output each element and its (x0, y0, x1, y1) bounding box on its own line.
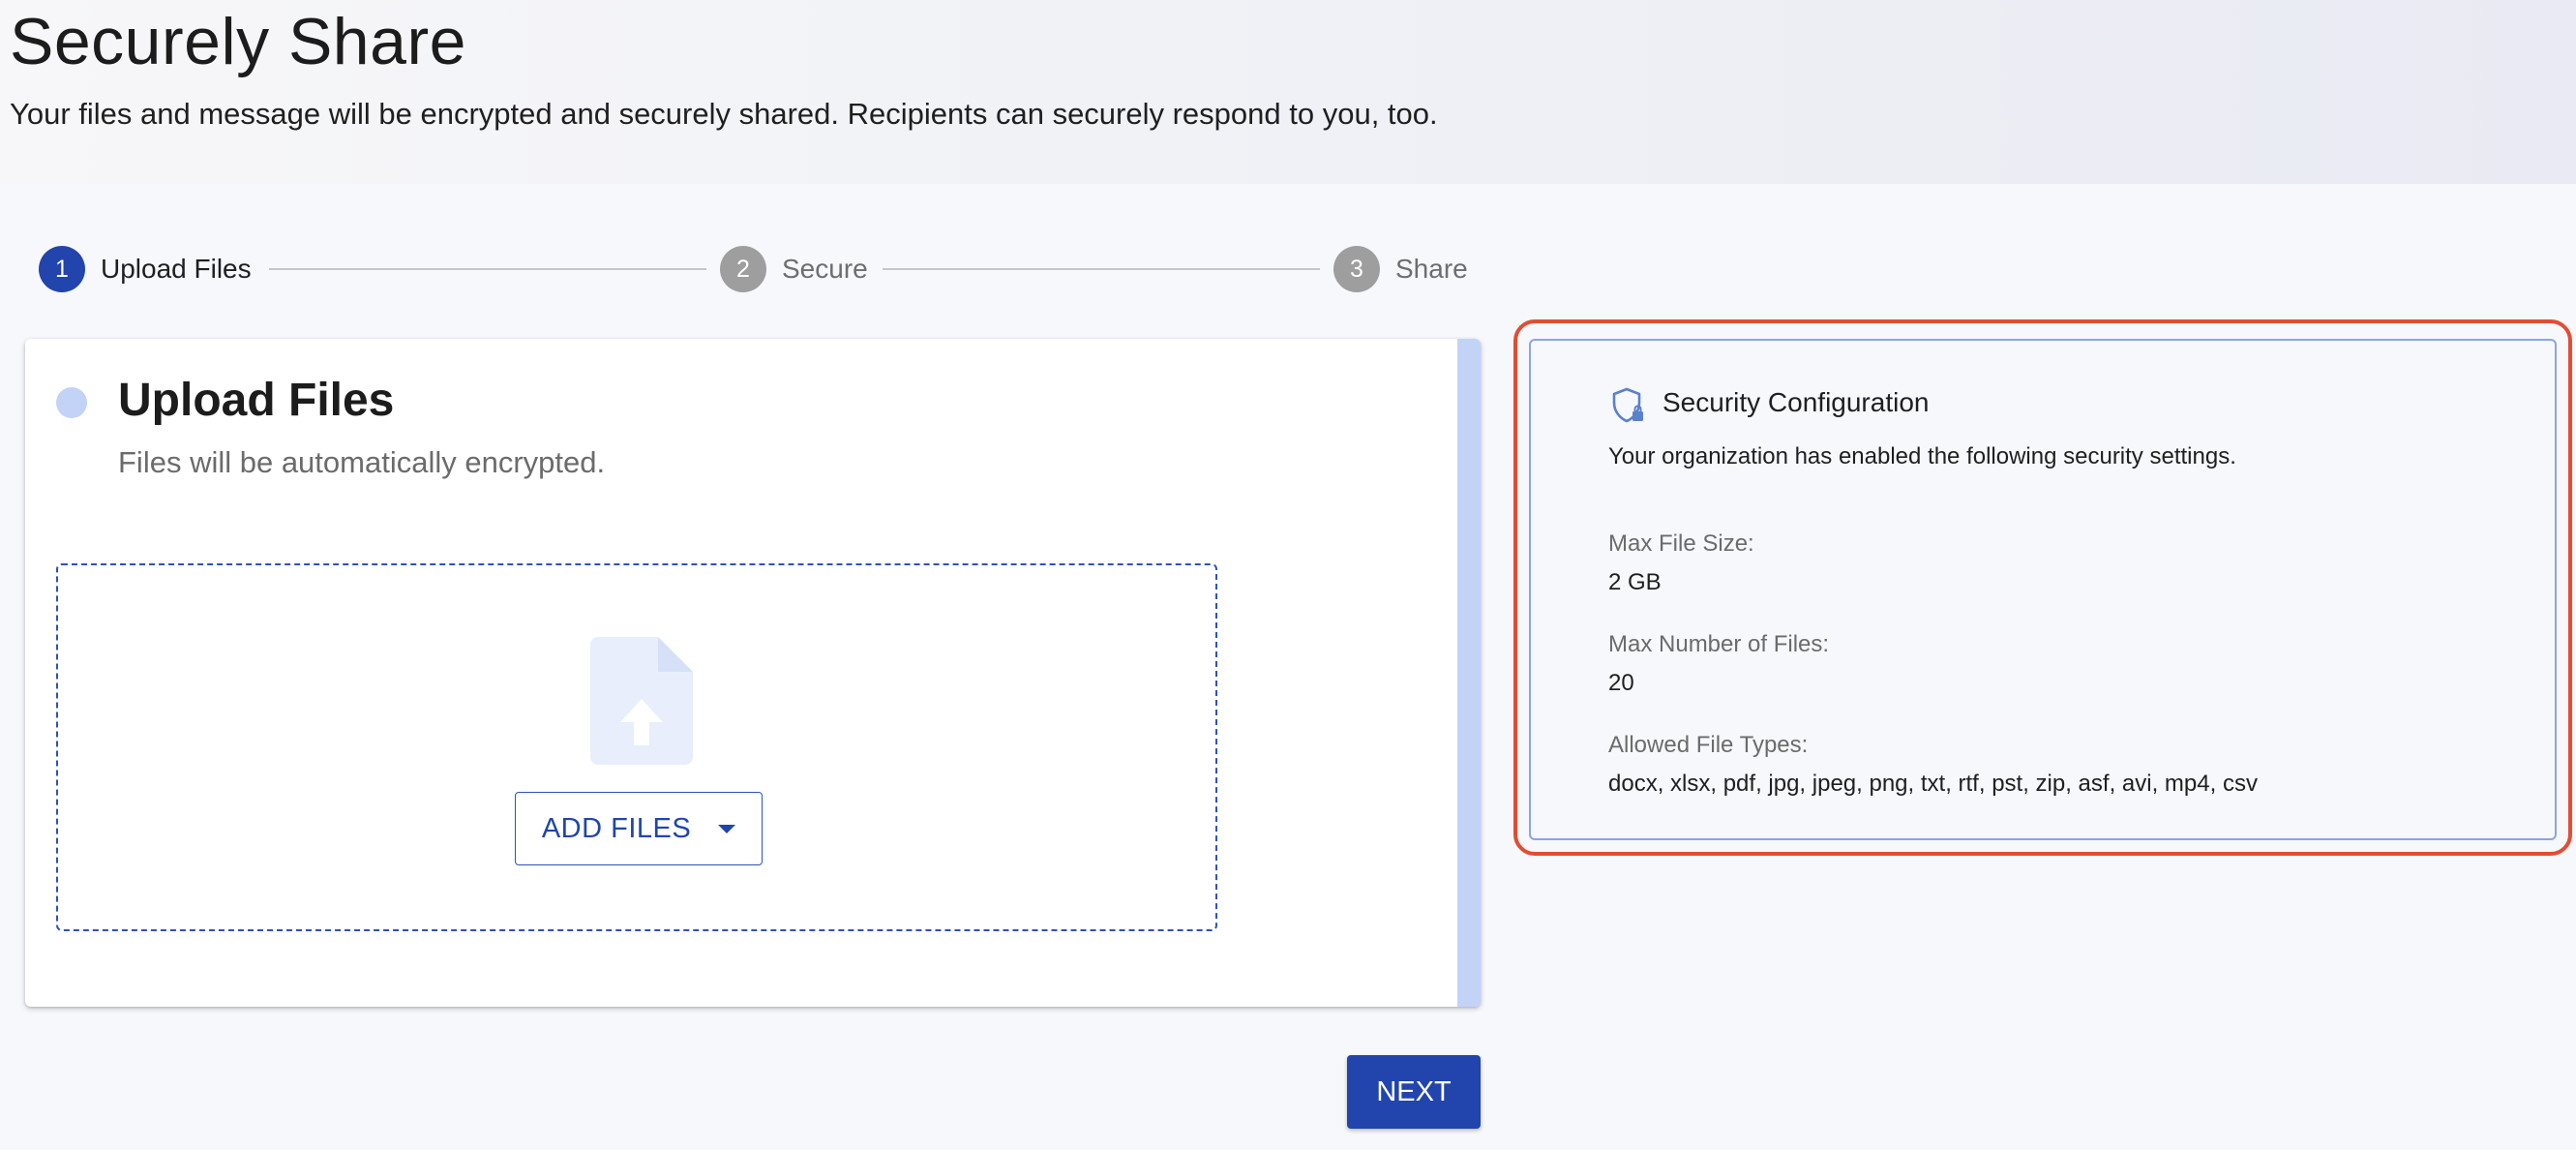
step-number: 1 (39, 246, 85, 292)
allowed-file-types-label: Allowed File Types: (1608, 732, 1809, 758)
step-share[interactable]: 3 Share (1333, 246, 1468, 292)
step-connector (883, 268, 1320, 270)
allowed-file-types-value: docx, xlsx, pdf, jpg, jpeg, png, txt, rt… (1608, 771, 2258, 797)
card-title: Upload Files (118, 375, 395, 426)
page-header: Securely Share Your files and message wi… (0, 0, 2576, 184)
step-upload-files[interactable]: 1 Upload Files (39, 246, 252, 292)
step-number: 3 (1333, 246, 1380, 292)
add-files-label: ADD FILES (541, 812, 692, 844)
shield-lock-icon (1612, 387, 1643, 423)
add-files-button[interactable]: ADD FILES (515, 792, 763, 865)
file-dropzone[interactable]: ADD FILES (56, 563, 1217, 931)
max-file-size-value: 2 GB (1608, 569, 1662, 595)
upload-files-card: Upload Files Files will be automatically… (25, 339, 1481, 1007)
step-label: Secure (782, 254, 868, 284)
panel-title: Security Configuration (1662, 387, 1930, 417)
security-configuration-panel: Security Configuration Your organization… (1529, 339, 2557, 840)
step-number: 2 (720, 246, 766, 292)
card-accent-bar (1457, 339, 1481, 1007)
next-button[interactable]: NEXT (1347, 1055, 1481, 1129)
file-upload-icon (590, 637, 693, 765)
step-label: Upload Files (101, 254, 252, 284)
panel-description: Your organization has enabled the follow… (1608, 443, 2236, 469)
page-subtitle: Your files and message will be encrypted… (10, 97, 1438, 131)
step-indicator-dot (56, 387, 87, 418)
step-label: Share (1395, 254, 1468, 284)
max-number-of-files-label: Max Number of Files: (1608, 631, 1830, 657)
step-secure[interactable]: 2 Secure (720, 246, 868, 292)
max-number-of-files-value: 20 (1608, 670, 1634, 696)
stepper: 1 Upload Files 2 Secure 3 Share (39, 246, 1471, 292)
step-connector (269, 268, 706, 270)
page-title: Securely Share (10, 5, 466, 78)
card-subtitle: Files will be automatically encrypted. (118, 445, 606, 479)
chevron-down-icon[interactable] (718, 824, 736, 833)
max-file-size-label: Max File Size: (1608, 530, 1754, 557)
